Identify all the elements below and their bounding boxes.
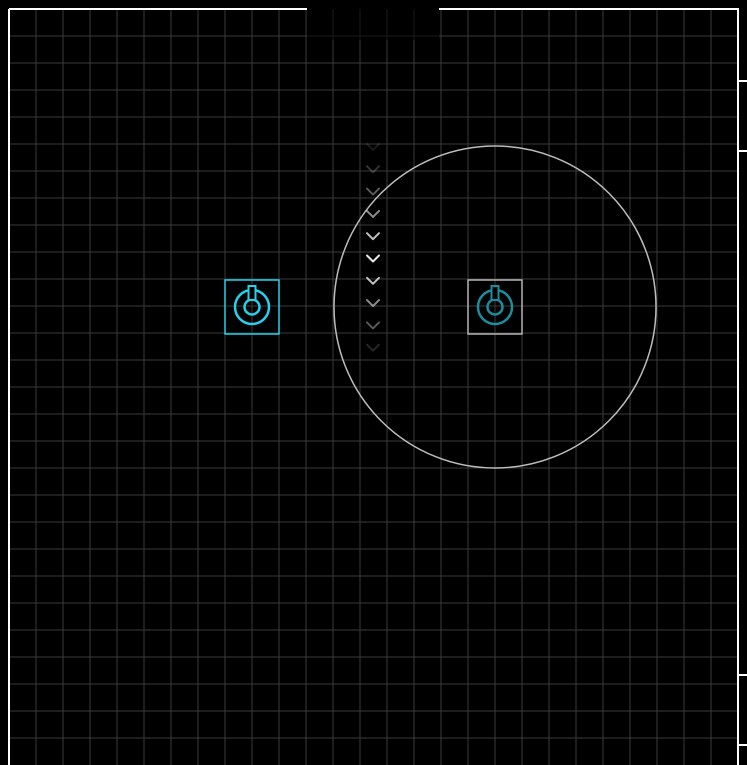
board-background xyxy=(0,0,747,765)
game-stage xyxy=(0,0,747,765)
entry-corridor-shade xyxy=(307,0,439,40)
game-board[interactable] xyxy=(0,0,747,765)
